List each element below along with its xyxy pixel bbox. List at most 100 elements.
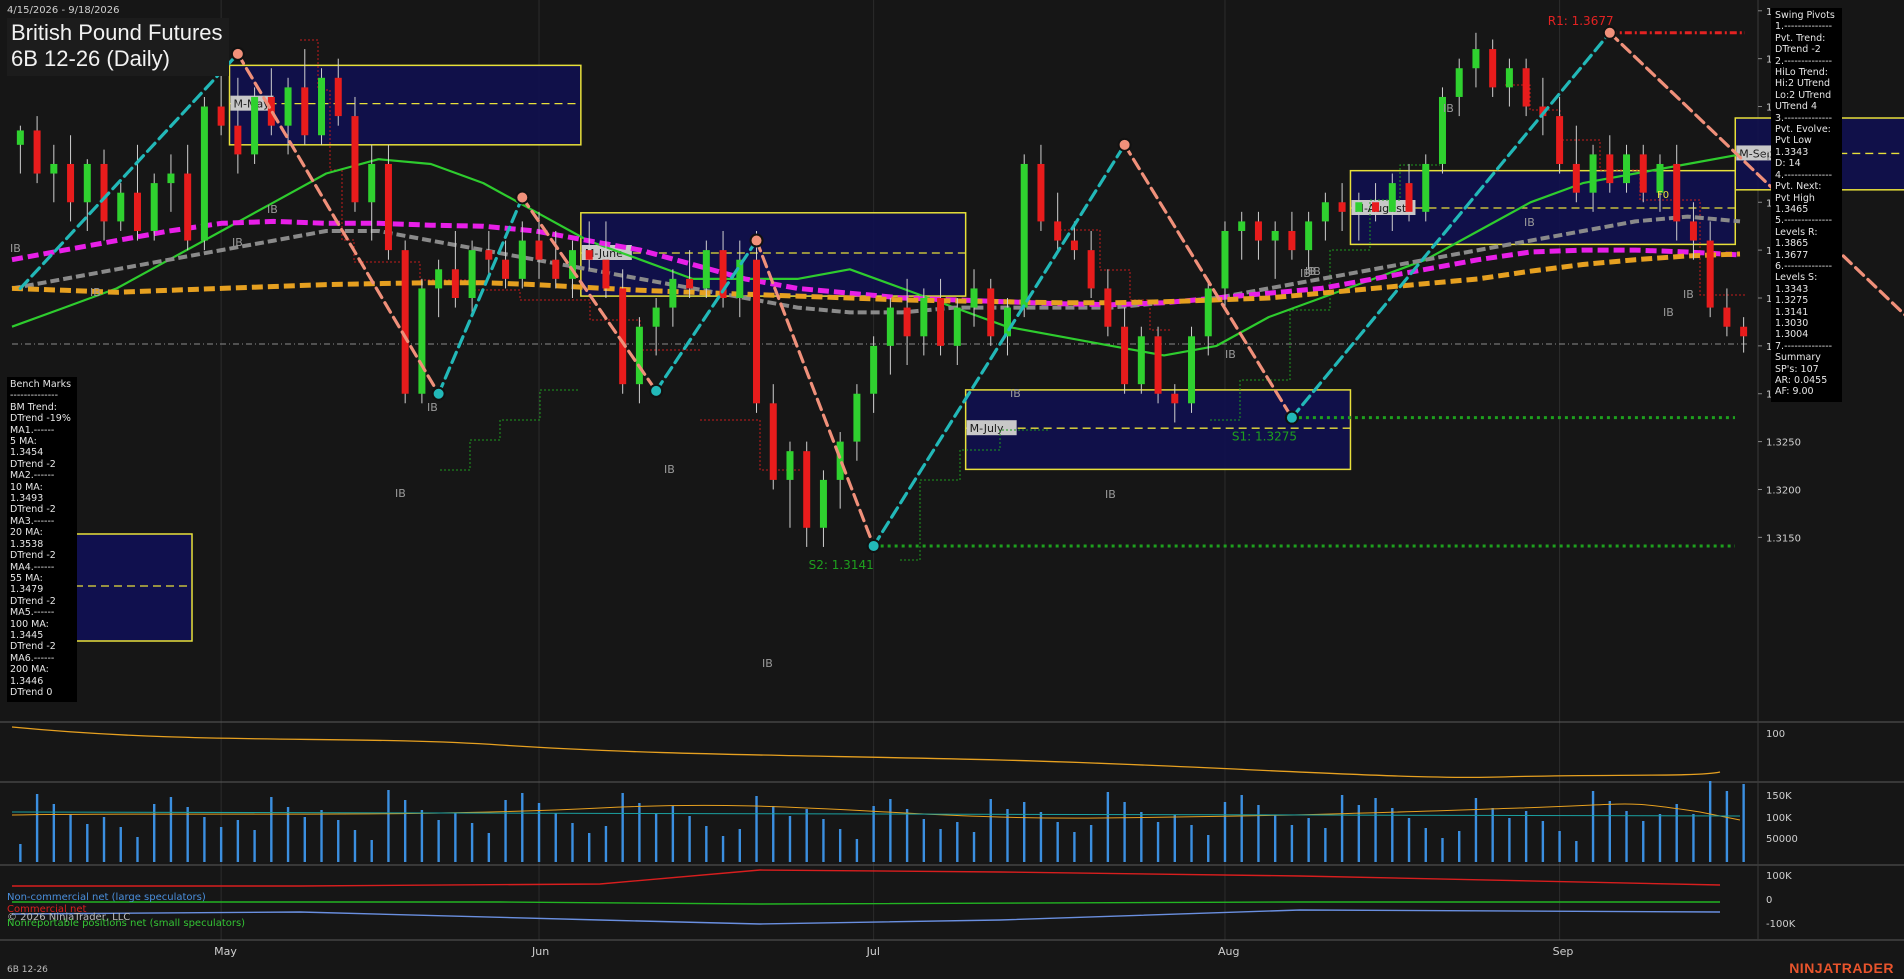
- candle-body: [1271, 230, 1279, 241]
- candle-body: [987, 288, 995, 337]
- f0-label: F0: [1657, 190, 1669, 201]
- volume-tick-label: 100K: [1766, 813, 1792, 824]
- candle-body: [1003, 307, 1011, 337]
- benchmark-line: BM Trend:: [10, 401, 57, 413]
- candle-body: [1623, 154, 1631, 184]
- candle-body: [1673, 163, 1681, 222]
- candle-body: [819, 479, 827, 528]
- candle-body: [803, 451, 811, 528]
- candle-body: [33, 130, 41, 174]
- candle-body: [301, 87, 309, 136]
- candle-body: [1288, 230, 1296, 251]
- benchmark-line: --------------: [10, 390, 58, 402]
- inside-bar-label: IB: [90, 286, 101, 299]
- candle-body: [1355, 202, 1363, 212]
- pivot-line: UTrend 4: [1775, 101, 1818, 113]
- candle-body: [1556, 116, 1564, 164]
- candle-body: [16, 130, 24, 145]
- inside-bar-label: IB: [1524, 216, 1535, 229]
- candle-body: [485, 250, 493, 260]
- month-label: Jul: [866, 945, 880, 958]
- volume-tick-label: 50000: [1766, 834, 1798, 845]
- benchmark-line: DTrend -2: [10, 641, 56, 653]
- inside-bar-label: IB: [1105, 488, 1116, 501]
- volume-tick-label: 150K: [1766, 791, 1792, 802]
- swing-low-marker: [1284, 410, 1299, 425]
- benchmark-line: 1.3454: [10, 447, 44, 459]
- month-label: Jun: [531, 945, 549, 958]
- level-s1-label: S1: 1.3275: [1232, 430, 1297, 444]
- candle-body: [1054, 221, 1062, 241]
- pivot-line: 7.--------------: [1775, 340, 1833, 352]
- pivot-line: 2.--------------: [1775, 55, 1833, 67]
- pivot-line: Levels S:: [1775, 272, 1818, 284]
- candle-body: [384, 163, 392, 251]
- candle-body: [351, 116, 359, 203]
- candle-body: [836, 441, 844, 480]
- benchmark-line: 20 MA:: [10, 527, 43, 539]
- swing-pivots-panel: Swing Pivots 1.-------------- Pvt. Trend: D…: [1771, 8, 1842, 402]
- pivot-line: 5.--------------: [1775, 215, 1833, 227]
- swing-high-marker: [749, 233, 764, 248]
- candle-body: [1254, 221, 1262, 241]
- swing-low-marker: [431, 386, 446, 401]
- candle-body: [1422, 163, 1430, 212]
- pivot-line: Pvt. Next:: [1775, 181, 1822, 193]
- oscillator-axis-label: 100: [1766, 729, 1785, 740]
- chart-title: British Pound Futures 6B 12-26 (Daily): [7, 18, 229, 76]
- pivot-line: 6.--------------: [1775, 260, 1833, 272]
- benchmark-line: MA1.------: [10, 424, 55, 436]
- pivot-line: 1.3030: [1775, 317, 1809, 329]
- benchmark-line: DTrend -2: [10, 504, 56, 516]
- legend-nonreportable: Nonreportable positions net (small specu…: [7, 918, 246, 929]
- benchmark-line: 55 MA:: [10, 572, 43, 584]
- candle-body: [1204, 288, 1212, 337]
- candle-body: [1121, 326, 1129, 385]
- candle-body: [1489, 49, 1497, 88]
- pivot-line: DTrend -2: [1775, 44, 1821, 56]
- candle-body: [318, 77, 326, 136]
- candle-body: [1589, 154, 1597, 193]
- inside-bar-label: IB: [762, 657, 773, 670]
- background: [0, 0, 1904, 979]
- benchmark-line: MA4.------: [10, 561, 55, 573]
- inside-bar-label: IB: [267, 203, 278, 216]
- benchmark-line: MA3.------: [10, 515, 55, 527]
- pivot-line: 1.--------------: [1775, 21, 1833, 33]
- candle-body: [1020, 163, 1028, 308]
- candle-body: [1104, 288, 1112, 327]
- benchmark-line: 100 MA:: [10, 618, 49, 630]
- candle-body: [401, 250, 409, 394]
- pivot-line: Swing Pivots: [1775, 10, 1835, 21]
- candle-body: [368, 163, 376, 203]
- candle-body: [920, 298, 928, 337]
- candle-body: [1238, 221, 1246, 231]
- benchmark-line: 200 MA:: [10, 664, 49, 676]
- swing-high-marker: [1602, 25, 1617, 40]
- benchmark-line: DTrend -19%: [10, 413, 71, 425]
- benchmark-line: MA2.------: [10, 470, 55, 482]
- pivot-line: Pvt High: [1775, 192, 1815, 204]
- pivot-line: D: 14: [1775, 158, 1801, 170]
- candle-body: [200, 106, 208, 241]
- candle-body: [1388, 183, 1396, 212]
- candle-body: [1572, 163, 1580, 193]
- benchmark-line: DTrend -2: [10, 458, 56, 470]
- benchmark-line: 10 MA:: [10, 481, 43, 493]
- benchmark-line: 1.3493: [10, 493, 44, 505]
- pivot-line: 4.--------------: [1775, 169, 1833, 181]
- candle-body: [652, 307, 660, 327]
- legend-noncommercial: Non-commercial net (large speculators): [7, 892, 206, 903]
- candle-body: [1689, 221, 1697, 241]
- candle-body: [1706, 240, 1714, 308]
- candle-body: [184, 173, 192, 241]
- pivot-line: SP's: 107: [1775, 363, 1819, 375]
- bench-marks-panel: Bench Marks -------------- BM Trend: DTrend…: [7, 377, 77, 703]
- pivot-line: AF: 9.00: [1775, 386, 1814, 398]
- candle-body: [736, 259, 744, 298]
- candle-body: [602, 259, 610, 289]
- candle-body: [1188, 336, 1196, 404]
- candle-body: [535, 240, 543, 260]
- cot-tick-label: 0: [1766, 895, 1772, 906]
- price-chart[interactable]: M-MayM-JuneM-JulyM-AugustM-September R1:…: [0, 0, 1904, 979]
